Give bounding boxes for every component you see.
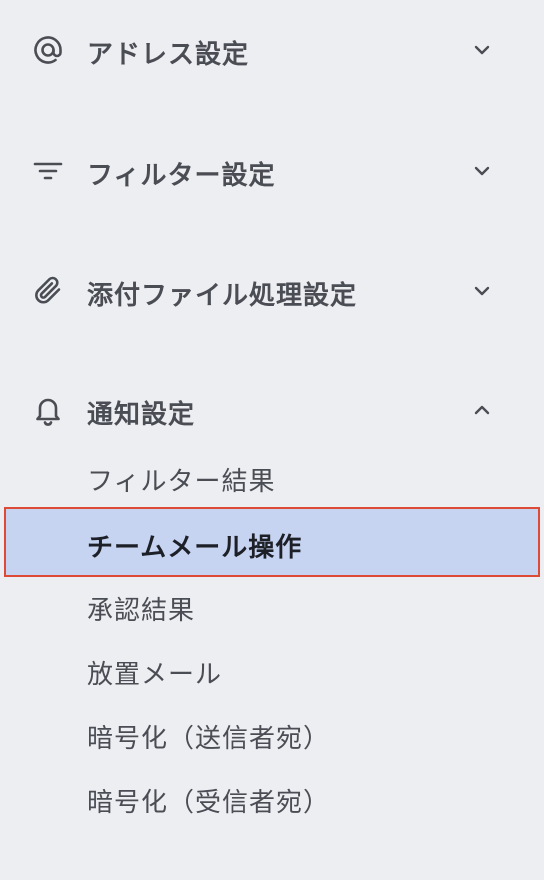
submenu-item-approval-results[interactable]: 承認結果 [0,576,544,640]
filter-icon [30,153,66,189]
submenu-item-filter-results[interactable]: フィルター結果 [0,447,544,511]
section-label: フィルター設定 [87,161,276,191]
submenu-item-label: チームメール操作 [87,533,303,563]
chevron-down-icon [468,157,496,185]
submenu-item-encryption-to-sender[interactable]: 暗号化（送信者宛） [0,704,544,768]
chevron-down-icon [468,277,496,305]
section-notification-settings[interactable]: 通知設定 [0,380,544,440]
submenu-item-label: 放置メール [87,660,223,690]
section-label: 添付ファイル処理設定 [87,281,358,311]
submenu-item-label: 暗号化（送信者宛） [87,724,331,754]
submenu-item-label: 暗号化（受信者宛） [87,788,331,818]
at-sign-icon [30,32,66,68]
chevron-down-icon [468,36,496,64]
settings-menu: アドレス設定 フィルター設定 添付ファイル処理設定 通知設定 フィルター結果 チ… [0,0,544,880]
submenu-item-encryption-to-recipient[interactable]: 暗号化（受信者宛） [0,768,544,832]
submenu-item-neglected-mail[interactable]: 放置メール [0,640,544,704]
section-filter-settings[interactable]: フィルター設定 [0,141,544,201]
submenu-item-label: フィルター結果 [87,467,276,497]
section-label: アドレス設定 [87,40,250,70]
submenu-item-label: 承認結果 [87,596,196,626]
section-label: 通知設定 [87,400,196,430]
chevron-up-icon [468,396,496,424]
submenu-item-team-mail-operations[interactable]: チームメール操作 [4,507,540,577]
section-attachment-settings[interactable]: 添付ファイル処理設定 [0,261,544,321]
paperclip-icon [30,273,66,309]
bell-icon [30,392,66,428]
section-address-settings[interactable]: アドレス設定 [0,20,544,80]
